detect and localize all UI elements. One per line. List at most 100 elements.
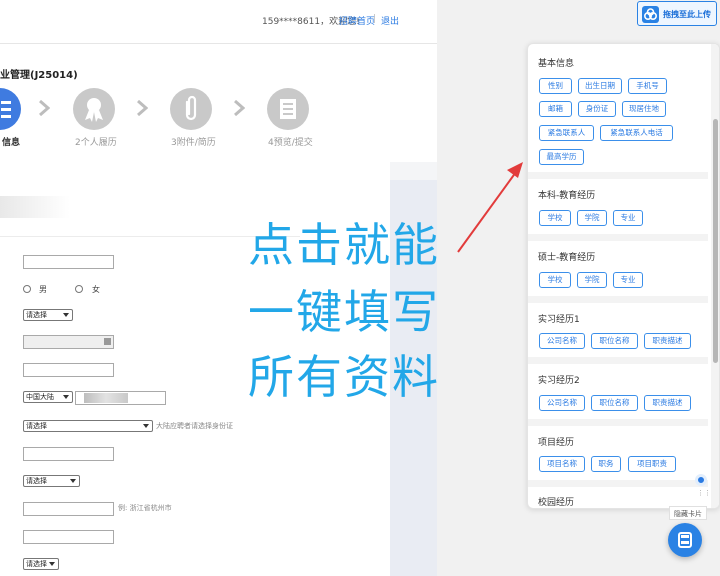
select-field[interactable]: 请选择	[23, 309, 73, 321]
chevron-down-icon	[49, 562, 55, 566]
section-title: 实习经历2	[538, 376, 580, 386]
overlay-line-1: 点击就能	[248, 218, 440, 272]
gender-male-radio[interactable]	[23, 285, 31, 293]
calendar-icon[interactable]	[104, 338, 111, 345]
text-input[interactable]	[23, 530, 114, 544]
field-chip[interactable]: 身份证	[578, 101, 616, 117]
step-4[interactable]	[267, 88, 309, 130]
section-title: 本科-教育经历	[538, 191, 596, 201]
name-input[interactable]	[23, 255, 114, 269]
field-chip[interactable]: 紧急联系人电话	[600, 125, 673, 141]
field-chip[interactable]: 职位名称	[591, 333, 638, 349]
chevron-down-icon	[70, 479, 76, 483]
assistant-dot-icon[interactable]	[695, 474, 707, 486]
upload-label: 拖拽至此上传	[663, 10, 711, 19]
field-chip[interactable]: 职责描述	[644, 333, 691, 349]
section-divider	[528, 480, 708, 487]
section-divider	[528, 172, 708, 179]
field-chip[interactable]: 邮箱	[539, 101, 572, 117]
section-title: 项目经历	[538, 438, 575, 448]
section-title: 硕士-教育经历	[538, 253, 596, 263]
autofill-panel: 基本信息 性别 出生日期 手机号 邮箱 身份证 现居住地 紧急联系人 紧急联系人…	[527, 43, 720, 509]
chevron-right-icon	[234, 100, 245, 116]
document-icon	[280, 99, 296, 119]
logout-link[interactable]: 退出	[381, 14, 399, 27]
field-chip[interactable]: 专业	[613, 210, 643, 226]
select-value: 请选择	[26, 477, 47, 485]
field-chip[interactable]: 职务	[591, 456, 621, 472]
drag-upload-button[interactable]: 拖拽至此上传	[637, 1, 717, 26]
chevron-right-icon	[39, 100, 50, 116]
home-link[interactable]: 招聘首页	[339, 14, 375, 27]
paperclip-icon	[185, 95, 197, 121]
field-chip[interactable]: 出生日期	[578, 78, 622, 94]
gender-male-label: 男	[39, 285, 47, 294]
overlay-line-3: 所有资料	[248, 350, 440, 404]
step-4-label: 4预览/提交	[268, 138, 313, 148]
topbar-separator: |	[373, 14, 377, 24]
field-chip[interactable]: 紧急联系人	[539, 125, 594, 141]
field-chip[interactable]: 专业	[613, 272, 643, 288]
overlay-line-2: 一键填写	[248, 285, 440, 339]
list-icon	[1, 101, 11, 118]
drag-handle-icon[interactable]: ⋮⋮	[697, 489, 711, 497]
autofill-float-button[interactable]	[668, 523, 702, 557]
title-area: 业管理(J25014) 信息 2个人履历 3附件/简历 4预览/提交	[0, 44, 437, 162]
field-chip[interactable]: 最高学历	[539, 149, 584, 165]
top-bar: 159****8611，欢迎您! 招聘首页 | 退出	[0, 0, 437, 44]
id-type-hint: 大陆应聘者请选择身份证	[156, 422, 233, 430]
field-chip[interactable]: 学校	[539, 210, 571, 226]
masked-value	[84, 393, 128, 403]
section-title: 校园经历	[538, 498, 575, 508]
address-input[interactable]	[23, 502, 114, 516]
step-3[interactable]	[170, 88, 212, 130]
select-field[interactable]: 请选择	[23, 475, 80, 487]
field-chip[interactable]: 公司名称	[539, 395, 585, 411]
gender-female-radio[interactable]	[75, 285, 83, 293]
field-chip[interactable]: 学院	[577, 272, 607, 288]
cloud-icon	[642, 6, 659, 23]
id-type-select[interactable]: 请选择	[23, 420, 153, 432]
step-1-label: 信息	[2, 138, 21, 148]
calculator-icon	[678, 532, 692, 548]
select-value: 请选择	[26, 422, 47, 430]
gender-female-label: 女	[92, 285, 100, 294]
field-chip[interactable]: 职位名称	[591, 395, 638, 411]
field-chip[interactable]: 学校	[539, 272, 571, 288]
birthdate-input[interactable]	[23, 335, 114, 349]
field-chip[interactable]: 学院	[577, 210, 607, 226]
form-section-header	[0, 196, 70, 218]
select-field[interactable]: 请选择	[23, 558, 59, 570]
step-1[interactable]	[0, 88, 21, 130]
id-number-input[interactable]	[23, 447, 114, 461]
field-chip[interactable]: 现居住地	[622, 101, 666, 117]
scrollbar-thumb[interactable]	[713, 119, 718, 363]
field-chip[interactable]: 项目职责	[628, 456, 676, 472]
select-value: 请选择	[26, 560, 47, 568]
section-title: 实习经历1	[538, 315, 580, 325]
phone-number-input[interactable]	[75, 391, 166, 405]
step-2-label: 2个人履历	[75, 138, 117, 148]
step-2[interactable]	[73, 88, 115, 130]
section-divider	[528, 234, 708, 241]
hide-card-label[interactable]: 隐藏卡片	[669, 506, 707, 520]
field-chip[interactable]: 项目名称	[539, 456, 585, 472]
chevron-down-icon	[143, 424, 149, 428]
section-divider	[528, 357, 708, 364]
select-value: 请选择	[26, 311, 47, 319]
job-title: 业管理(J25014)	[0, 70, 78, 81]
field-chip[interactable]: 职责描述	[644, 395, 691, 411]
field-chip[interactable]: 公司名称	[539, 333, 585, 349]
address-hint: 例: 浙江省杭州市	[118, 504, 172, 512]
phone-input[interactable]	[23, 363, 114, 377]
field-chip[interactable]: 性别	[539, 78, 572, 94]
region-value: 中国大陆	[26, 393, 54, 401]
section-divider	[528, 296, 708, 303]
section-divider	[528, 419, 708, 426]
section-title: 基本信息	[538, 59, 575, 69]
region-select[interactable]: 中国大陆	[23, 391, 73, 403]
field-chip[interactable]: 手机号	[628, 78, 667, 94]
chevron-right-icon	[137, 100, 148, 116]
chevron-down-icon	[63, 313, 69, 317]
chevron-down-icon	[63, 395, 69, 399]
